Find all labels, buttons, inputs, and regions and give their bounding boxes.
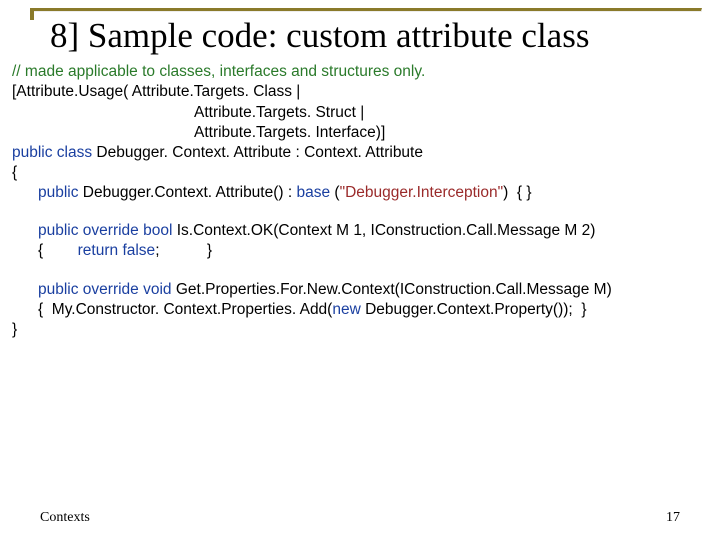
code-line: public Debugger.Context. Attribute() : b…	[12, 183, 702, 203]
code-line: public class Debugger. Context. Attribut…	[12, 143, 702, 163]
page-number: 17	[666, 510, 680, 526]
code-line: public override bool Is.Context.OK(Conte…	[12, 221, 702, 241]
code-text: { My.Constructor. Context.Properties. Ad…	[38, 301, 332, 318]
title-block: 8] Sample code: custom attribute class	[34, 16, 702, 56]
footer-left: Contexts	[40, 510, 90, 526]
code-line: [Attribute.Usage( Attribute.Targets. Cla…	[12, 82, 702, 102]
code-line: Attribute.Targets. Struct |	[12, 103, 702, 123]
code-text: ) { }	[503, 184, 531, 201]
code-text: Debugger.Context.Property()); }	[361, 301, 587, 318]
code-line: { My.Constructor. Context.Properties. Ad…	[12, 300, 702, 320]
code-comment: // made applicable to classes, interface…	[12, 62, 702, 82]
code-block: // made applicable to classes, interface…	[12, 62, 702, 340]
code-text: Debugger.Context. Attribute() :	[79, 184, 297, 201]
keyword: public override void	[38, 281, 172, 298]
keyword: public	[38, 184, 79, 201]
slide: 8] Sample code: custom attribute class /…	[0, 0, 720, 540]
footer: Contexts 17	[40, 510, 680, 526]
keyword: return false	[78, 242, 156, 259]
code-line: public override void Get.Properties.For.…	[12, 280, 702, 300]
code-text: Is.Context.OK(Context M 1, IConstruction…	[172, 222, 595, 239]
code-text: Get.Properties.For.New.Context(IConstruc…	[172, 281, 612, 298]
keyword: base	[296, 184, 330, 201]
keyword: public class	[12, 144, 92, 161]
code-line: { return false; }	[12, 241, 702, 261]
string-literal: "Debugger.Interception"	[340, 184, 504, 201]
code-line: {	[12, 163, 702, 183]
code-text: (	[330, 184, 339, 201]
slide-title: 8] Sample code: custom attribute class	[50, 16, 702, 56]
keyword: new	[332, 301, 360, 318]
blank-line	[12, 203, 702, 221]
blank-line	[12, 262, 702, 280]
title-ornament-tick	[30, 8, 34, 20]
code-text: Debugger. Context. Attribute : Context. …	[92, 144, 423, 161]
code-line: }	[12, 320, 702, 340]
code-text: ; }	[155, 242, 212, 259]
code-text: {	[38, 242, 78, 259]
keyword: public override bool	[38, 222, 172, 239]
title-rule	[30, 8, 702, 12]
code-line: Attribute.Targets. Interface)]	[12, 123, 702, 143]
